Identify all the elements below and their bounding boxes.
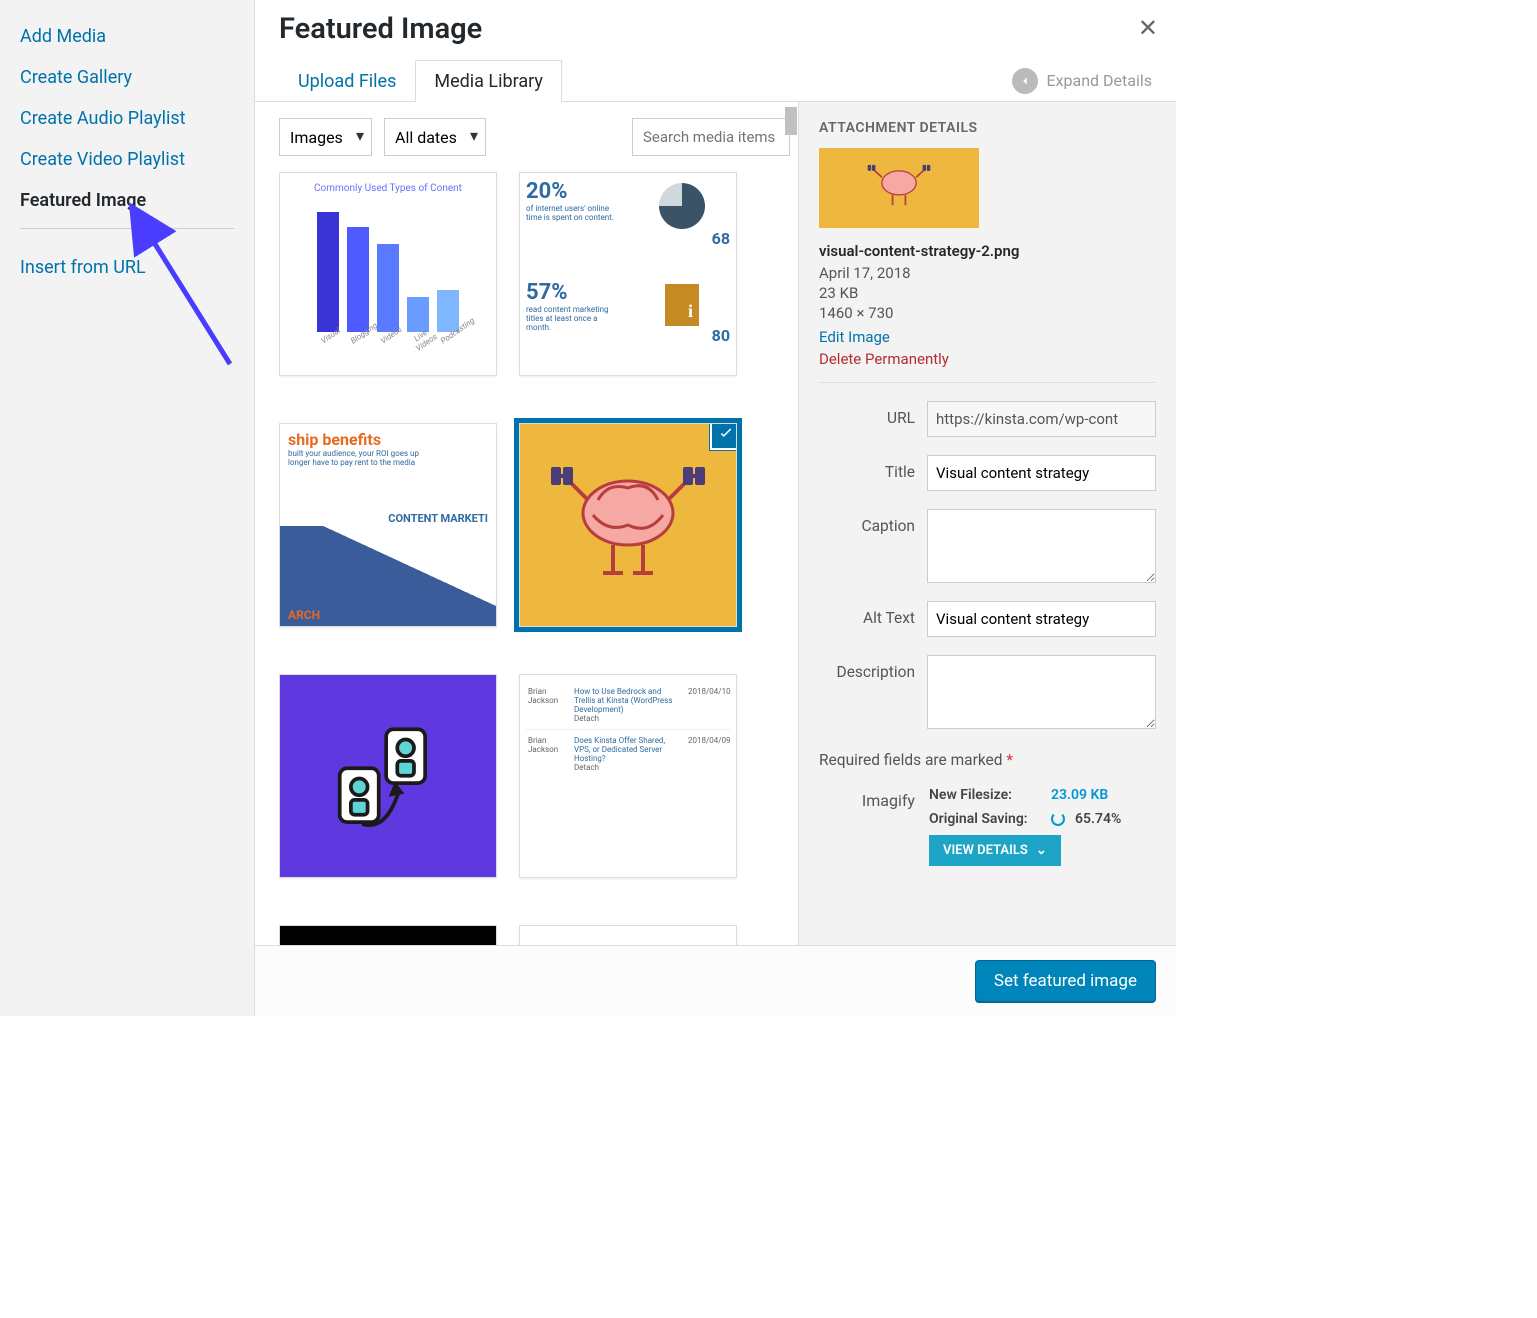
nav-create-video-playlist[interactable]: Create Video Playlist bbox=[0, 139, 254, 180]
url-label: URL bbox=[819, 401, 915, 427]
brain-icon bbox=[543, 455, 713, 595]
migrate-icon bbox=[323, 720, 453, 831]
attachment-dimensions: 1460 × 730 bbox=[819, 304, 1156, 322]
expand-details-label: Expand Details bbox=[1046, 71, 1152, 90]
media-thumb[interactable]: Commonly Used Types of Conent VisualBlog… bbox=[279, 172, 497, 376]
delete-permanently-link[interactable]: Delete Permanently bbox=[819, 350, 1156, 368]
nav-featured-image[interactable]: Featured Image bbox=[0, 180, 254, 221]
attachment-size: 23 KB bbox=[819, 284, 1156, 302]
caption-label: Caption bbox=[819, 509, 915, 535]
imagify-filesize-label: New Filesize: bbox=[929, 787, 1041, 803]
nav-add-media[interactable]: Add Media bbox=[0, 16, 254, 57]
chevron-left-icon bbox=[1012, 68, 1038, 94]
chevron-down-icon: ⌄ bbox=[1036, 843, 1047, 858]
attachment-details: ATTACHMENT DETAILS visual-content-strate… bbox=[798, 102, 1176, 1016]
set-featured-image-button[interactable]: Set featured image bbox=[975, 960, 1156, 1002]
description-label: Description bbox=[819, 655, 915, 681]
modal-footer: Set featured image bbox=[255, 945, 1176, 1016]
media-thumb-selected[interactable] bbox=[519, 423, 737, 627]
url-field[interactable] bbox=[927, 401, 1156, 437]
check-icon bbox=[710, 423, 737, 450]
close-button[interactable]: ✕ bbox=[1138, 14, 1158, 42]
imagify-view-details-button[interactable]: VIEW DETAILS⌄ bbox=[929, 835, 1061, 866]
imagify-saving: 65.74% bbox=[1075, 811, 1121, 827]
attachment-date: April 17, 2018 bbox=[819, 264, 1156, 282]
attachment-filename: visual-content-strategy-2.png bbox=[819, 242, 1156, 260]
nav-create-gallery[interactable]: Create Gallery bbox=[0, 57, 254, 98]
imagify-label: Imagify bbox=[819, 787, 915, 866]
alt-text-field[interactable] bbox=[927, 601, 1156, 637]
media-grid[interactable]: Commonly Used Types of Conent VisualBlog… bbox=[279, 168, 790, 990]
details-heading: ATTACHMENT DETAILS bbox=[819, 120, 1156, 136]
media-thumb[interactable] bbox=[279, 674, 497, 878]
spinner-icon bbox=[1051, 812, 1065, 826]
media-sidebar: Add Media Create Gallery Create Audio Pl… bbox=[0, 0, 255, 1016]
nav-insert-from-url[interactable]: Insert from URL bbox=[0, 247, 254, 288]
media-library: Images All dates Commonly Used Types of … bbox=[255, 102, 798, 1016]
attachment-preview bbox=[819, 148, 979, 228]
caption-field[interactable] bbox=[927, 509, 1156, 583]
filter-type-select[interactable]: Images bbox=[279, 118, 372, 156]
title-label: Title bbox=[819, 455, 915, 481]
tab-media-library[interactable]: Media Library bbox=[415, 60, 562, 102]
media-thumb[interactable]: ship benefits built your audience, your … bbox=[279, 423, 497, 627]
expand-details[interactable]: Expand Details bbox=[1012, 68, 1152, 94]
nav-create-audio-playlist[interactable]: Create Audio Playlist bbox=[0, 98, 254, 139]
filter-date-select[interactable]: All dates bbox=[384, 118, 486, 156]
thumb-caption: Commonly Used Types of Conent bbox=[290, 183, 486, 194]
edit-image-link[interactable]: Edit Image bbox=[819, 328, 890, 346]
imagify-filesize: 23.09 KB bbox=[1051, 787, 1108, 803]
search-input[interactable] bbox=[632, 118, 790, 156]
title-field[interactable] bbox=[927, 455, 1156, 491]
imagify-saving-label: Original Saving: bbox=[929, 811, 1041, 827]
modal-title: Featured Image bbox=[279, 12, 1152, 46]
scrollbar[interactable]: ▴ ▾ bbox=[782, 102, 798, 1016]
alt-text-label: Alt Text bbox=[819, 601, 915, 627]
required-note: Required fields are marked * bbox=[819, 751, 1156, 769]
media-thumb[interactable]: 20%of internet users' online time is spe… bbox=[519, 172, 737, 376]
description-field[interactable] bbox=[927, 655, 1156, 729]
close-icon: ✕ bbox=[1138, 14, 1158, 42]
tab-upload-files[interactable]: Upload Files bbox=[279, 60, 415, 102]
media-thumb[interactable]: Brian JacksonHow to Use Bedrock and Trel… bbox=[519, 674, 737, 878]
